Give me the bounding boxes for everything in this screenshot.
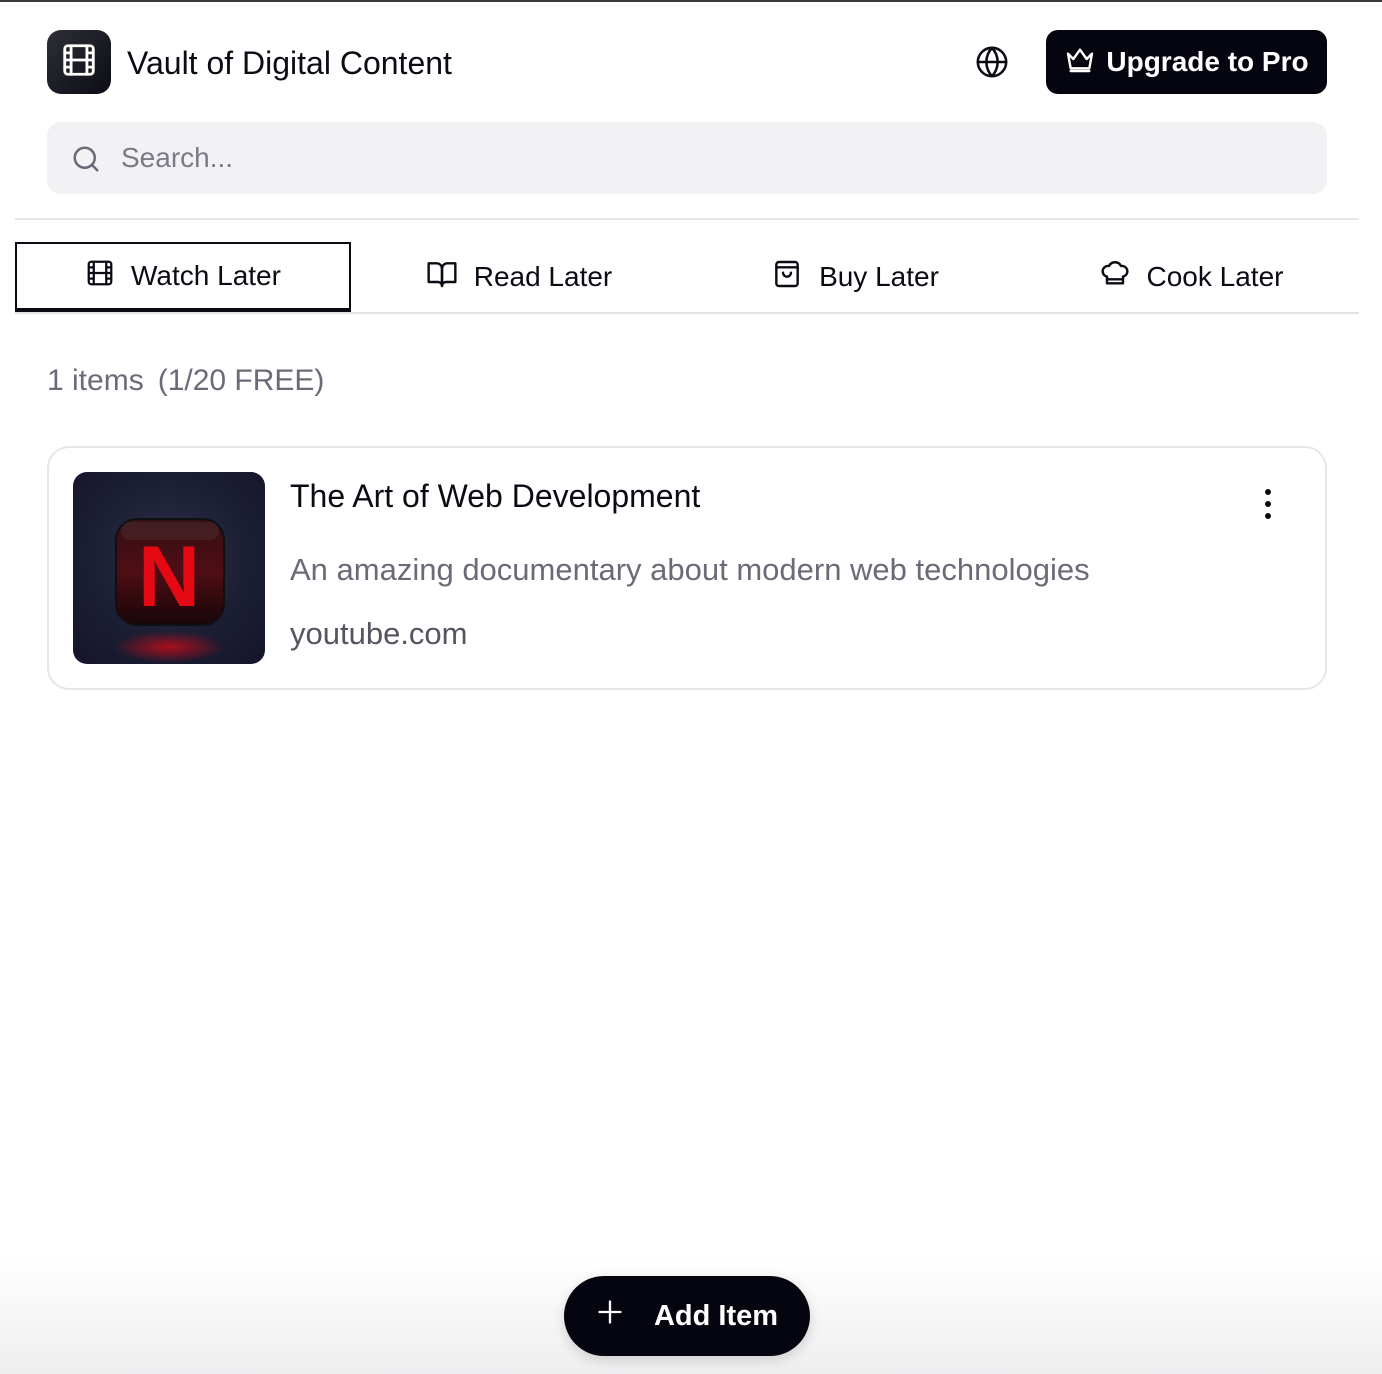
app-logo [47,30,111,94]
item-count-text: 1 items [47,364,144,397]
tab-cook-later[interactable]: Cook Later [1023,242,1359,312]
search-input[interactable] [121,122,1301,194]
tab-label: Watch Later [131,260,281,291]
item-description: An amazing documentary about modern web … [290,552,1090,587]
upgrade-to-pro-button[interactable]: Upgrade to Pro [1046,30,1327,94]
item-domain[interactable]: youtube.com [290,616,468,652]
item-count: 1 items (1/20 FREE) [47,364,324,398]
upgrade-label: Upgrade to Pro [1106,46,1309,77]
item-menu-button[interactable] [1253,486,1283,526]
divider [15,218,1359,220]
app-header: Vault of Digital Content Upgrade to Pro [47,30,1327,96]
tab-buy-later[interactable]: Buy Later [687,242,1023,312]
film-icon [85,258,115,295]
tab-read-later[interactable]: Read Later [351,242,687,312]
item-thumbnail: N [73,472,265,664]
item-card[interactable]: N The Art of Web Development An amazing … [47,446,1327,690]
chef-hat-icon [1099,258,1131,297]
quota-text: (1/20 FREE) [157,364,325,397]
search-icon [71,144,101,179]
category-tabs: Watch Later Read Later Buy Later Cook La… [15,242,1359,314]
shopping-bag-icon [771,258,803,297]
plus-icon [596,1298,624,1334]
add-item-label: Add Item [653,1299,779,1332]
more-vertical-icon [1263,488,1273,525]
netflix-logo-image: N [113,518,225,663]
tab-label: Buy Later [819,261,939,292]
app-title: Vault of Digital Content [127,45,452,81]
film-icon [60,41,98,84]
tab-watch-later[interactable]: Watch Later [15,242,351,312]
tab-label: Cook Later [1146,261,1284,292]
svg-text:N: N [138,529,200,625]
app-page: Vault of Digital Content Upgrade to Pro [0,0,1382,1374]
crown-icon [1064,43,1096,82]
item-title[interactable]: The Art of Web Development [290,478,700,515]
language-button[interactable] [972,44,1012,84]
tab-label: Read Later [473,261,613,292]
globe-icon [975,45,1009,84]
add-item-button[interactable]: Add Item [564,1276,810,1356]
search-bar [47,122,1327,194]
book-open-icon [426,258,458,297]
